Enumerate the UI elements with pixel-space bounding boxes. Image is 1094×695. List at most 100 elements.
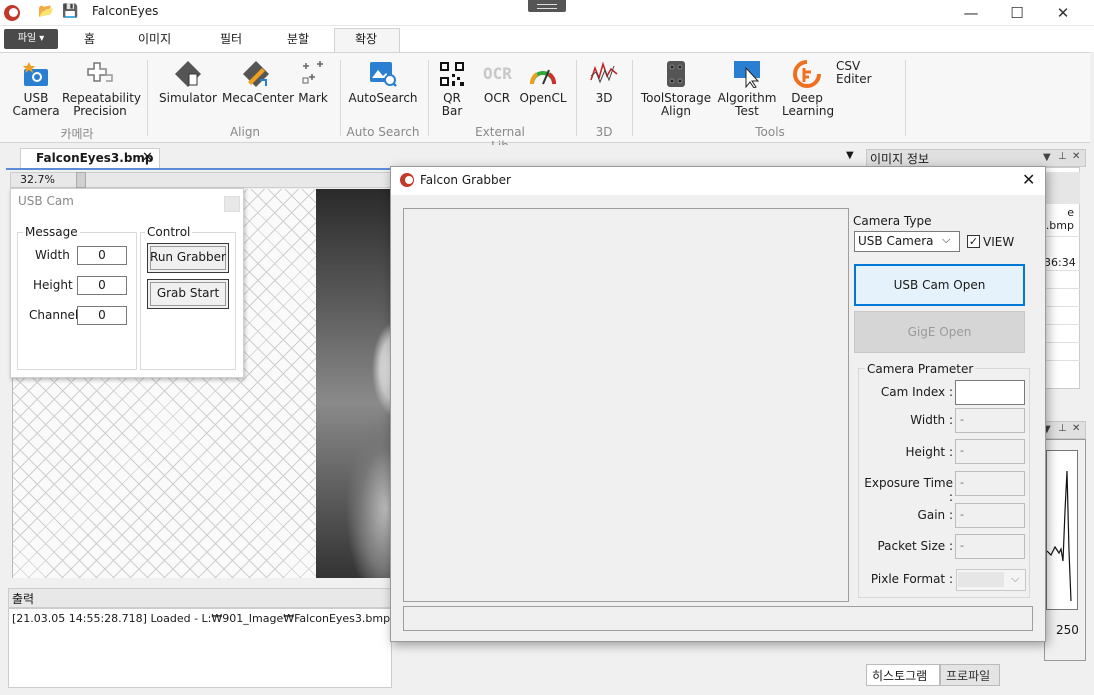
repeatability-precision-button[interactable]: Repeatability Precision [62, 60, 142, 118]
pane-close-icon[interactable]: ✕ [1072, 423, 1080, 434]
close-icon[interactable]: ✕ [142, 150, 153, 165]
simulator-icon [174, 60, 202, 88]
tab-histogram-label: 히스토그램 [872, 669, 928, 683]
channel-input[interactable]: 0 [77, 306, 127, 325]
camera-icon [22, 60, 50, 88]
simulator-button[interactable]: Simulator [156, 60, 220, 105]
open-folder-icon[interactable]: 📂 [38, 4, 54, 19]
repeatability-label: Repeatability Precision [62, 91, 142, 118]
tab-list-dropdown-icon[interactable]: ▼ [846, 150, 854, 161]
mark-button[interactable]: Mark [292, 60, 334, 105]
toolstorage-icon [662, 60, 690, 88]
file-menu-button[interactable]: 파일 ▾ [4, 29, 58, 49]
save-icon[interactable]: 💾 [62, 4, 78, 19]
qr-code-icon [438, 60, 466, 88]
qr-bar-button[interactable]: QR Bar [436, 60, 468, 118]
ribbon-separator [147, 60, 148, 136]
minimize-button[interactable]: — [948, 0, 994, 26]
panel-close-button[interactable] [224, 196, 240, 212]
tab-image[interactable]: 이미지 [138, 30, 171, 47]
tab-segment[interactable]: 분할 [287, 30, 309, 47]
cam-index-input[interactable] [955, 380, 1025, 405]
ocr-label: OCR [483, 91, 511, 105]
ribbon-separator [632, 60, 633, 136]
dialog-status-bar [403, 606, 1033, 631]
pin-icon[interactable]: ⊥ [1058, 151, 1067, 162]
histogram-x-max-label: 250 [1056, 623, 1079, 637]
view-checkbox[interactable]: ✓ [967, 235, 980, 248]
deep-learning-label: Deep Learning [782, 91, 835, 118]
param-height-label: Height : [905, 445, 953, 459]
csv-editer-label: CSV Editer [836, 59, 872, 86]
pixel-format-value [958, 572, 1004, 587]
cam-index-label: Cam Index : [880, 385, 953, 399]
exposure-time-input[interactable]: - [955, 471, 1025, 496]
toolstorage-align-button[interactable]: ToolStorage Align [640, 60, 712, 118]
image-info-time-cell: 36:34 [1044, 256, 1076, 269]
grab-start-label: Grab Start [156, 286, 220, 300]
param-height-input[interactable]: - [955, 439, 1025, 464]
mecacenter-icon [242, 60, 270, 88]
usb-cam-open-button[interactable]: USB Cam Open [854, 264, 1025, 306]
param-width-input[interactable]: - [955, 408, 1025, 433]
message-group-caption: Message [23, 225, 80, 239]
height-input[interactable]: 0 [77, 276, 127, 295]
packet-size-input[interactable]: - [955, 534, 1025, 559]
three-d-button[interactable]: 3D [586, 60, 622, 105]
three-d-icon [590, 60, 618, 88]
autosearch-button[interactable]: AutoSearch [348, 60, 418, 105]
three-d-label: 3D [595, 91, 613, 105]
width-label: Width [35, 248, 70, 262]
output-panel-header [8, 588, 392, 608]
pane-close-icon[interactable]: ✕ [1072, 151, 1080, 162]
maximize-button[interactable]: ☐ [994, 0, 1040, 26]
qr-bar-label: QR Bar [441, 91, 463, 118]
flower-image[interactable] [316, 189, 394, 578]
gain-input[interactable]: - [955, 503, 1025, 528]
dialog-close-button[interactable]: ✕ [1022, 170, 1035, 189]
mark-icon [299, 60, 327, 88]
tab-filter[interactable]: 필터 [220, 30, 242, 47]
group-tools-label: Tools [755, 125, 785, 139]
group-3d-label: 3D [595, 125, 613, 139]
image-info-file-cell: e .bmp [1045, 206, 1074, 232]
pixel-format-label: Pixle Format : [870, 572, 953, 586]
tab-extend[interactable]: 확장 [355, 30, 377, 47]
pin-icon[interactable]: ⊥ [1058, 423, 1067, 434]
algorithm-test-button[interactable]: Algorithm Test [716, 60, 778, 118]
control-group-caption: Control [145, 225, 193, 239]
pane-dropdown-icon[interactable]: ▼ [1043, 152, 1051, 163]
exposure-time-label: Exposure Time : [864, 476, 953, 504]
autosearch-label: AutoSearch [348, 91, 418, 105]
algorithm-test-label: Algorithm Test [717, 91, 777, 118]
opencl-button[interactable]: OpenCL [518, 60, 568, 105]
param-width-label: Width : [910, 413, 953, 427]
opencl-icon [529, 60, 557, 88]
image-info-column-header [1044, 172, 1080, 204]
run-grabber-button[interactable]: Run Grabber [147, 243, 229, 273]
mark-label: Mark [298, 91, 328, 105]
width-input[interactable]: 0 [77, 246, 127, 265]
info-row-divider [1044, 306, 1080, 307]
app-logo-icon [4, 5, 20, 21]
zoom-level: 32.7% [20, 173, 55, 186]
drag-handle[interactable] [528, 0, 566, 12]
zoom-slider-thumb[interactable] [76, 172, 86, 188]
grab-start-button[interactable]: Grab Start [147, 279, 229, 309]
mecacenter-label: MecaCenter [222, 91, 295, 105]
tab-home[interactable]: 홈 [84, 30, 95, 47]
run-grabber-label: Run Grabber [150, 250, 226, 264]
csv-editer-button[interactable]: CSV Editer [836, 60, 898, 86]
group-camera-label: 카메라 [60, 127, 94, 141]
usb-camera-button[interactable]: USB Camera [12, 60, 60, 118]
packet-size-label: Packet Size : [877, 539, 953, 553]
ribbon-separator [905, 60, 906, 136]
ocr-button[interactable]: OCR OCR [480, 60, 514, 105]
mecacenter-button[interactable]: MecaCenter [222, 60, 295, 105]
log-line: [21.03.05 14:55:28.718] Loaded - L:₩901_… [12, 612, 391, 625]
simulator-label: Simulator [159, 91, 217, 105]
deep-learning-button[interactable]: Deep Learning [782, 60, 835, 118]
toolstorage-label: ToolStorage Align [640, 91, 712, 118]
close-button[interactable]: ✕ [1040, 0, 1086, 26]
gige-open-button[interactable]: GigE Open [854, 311, 1025, 353]
